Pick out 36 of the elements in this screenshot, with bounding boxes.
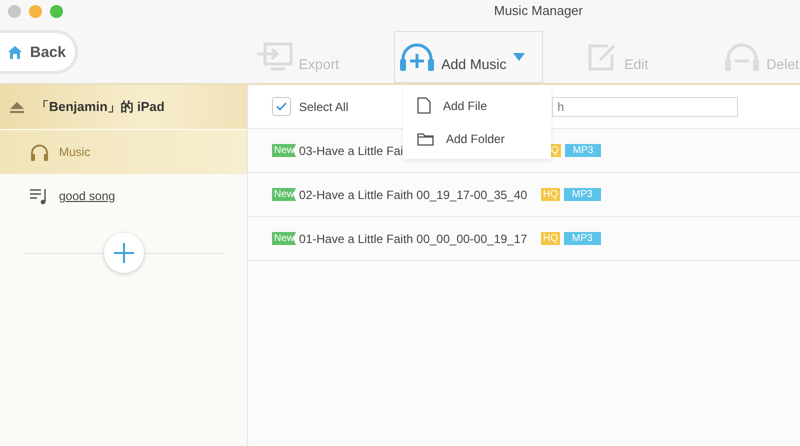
home-icon: [8, 46, 22, 58]
new-badge: New: [272, 232, 296, 245]
maximize-button[interactable]: [50, 4, 63, 18]
minimize-button[interactable]: [29, 4, 42, 18]
headphones-icon: [399, 42, 436, 72]
song-title: 03-Have a Little Fai: [299, 144, 404, 158]
back-button[interactable]: Back: [0, 30, 78, 74]
toolbar-button[interactable]: Add Music: [394, 31, 544, 83]
menu-item[interactable]: Add Folder: [403, 122, 551, 155]
close-button[interactable]: [8, 4, 21, 18]
monitor-icon: [256, 42, 293, 72]
folder-icon: [417, 132, 434, 146]
checkbox[interactable]: [272, 97, 291, 116]
plus-icon: [114, 243, 134, 263]
select-all-checkbox[interactable]: Select All: [272, 97, 348, 116]
song-title: 02-Have a Little Faith 00_19_17-00_35_40: [299, 188, 528, 202]
new-badge: New: [272, 144, 296, 157]
add-playlist-button[interactable]: [104, 233, 144, 273]
quality-badge: HQ: [541, 232, 560, 245]
song-title: 01-Have a Little Faith 00_00_00-00_19_17: [299, 232, 528, 246]
quality-badge: HQ: [541, 188, 560, 201]
search-field[interactable]: h: [552, 96, 738, 116]
new-badge: New: [272, 188, 296, 201]
headphones-icon: [724, 42, 760, 72]
window-title: Music Manager: [494, 3, 583, 18]
format-badge: MP3: [564, 188, 601, 201]
eject-icon[interactable]: [10, 102, 24, 112]
menu-item[interactable]: Add File: [403, 89, 551, 122]
device-name: 「Benjamin」的 iPad: [36, 98, 165, 116]
sidebar-item[interactable]: good song: [0, 174, 247, 218]
format-badge: MP3: [564, 232, 601, 245]
check-icon: [276, 102, 287, 111]
headphones-icon: [30, 144, 49, 160]
file-icon: [417, 97, 431, 114]
caret-icon: [512, 53, 525, 61]
format-badge: MP3: [564, 144, 602, 157]
